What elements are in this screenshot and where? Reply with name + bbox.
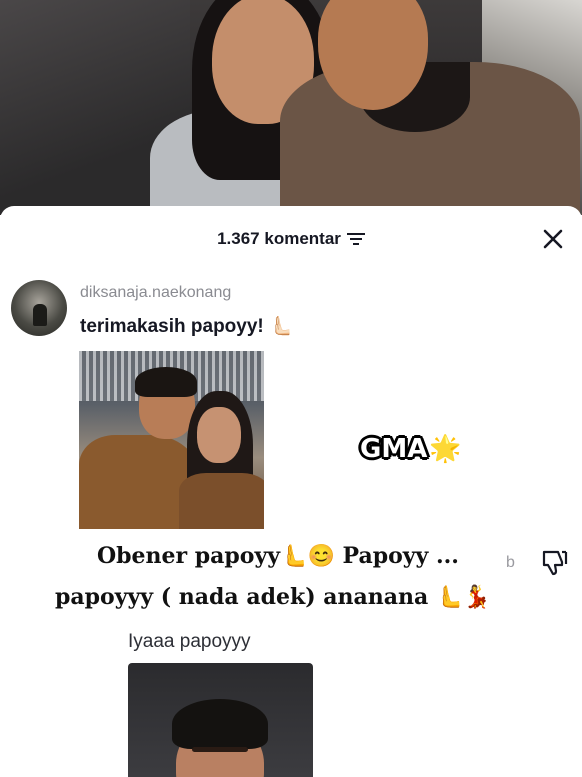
avatar-figure: [33, 304, 47, 326]
comment-username[interactable]: diksanaja.naekonang: [80, 284, 231, 302]
comment-text: terimakasih papoyy! 🫷🏻: [80, 316, 293, 337]
avatar[interactable]: [11, 280, 67, 336]
caption-line-2: papoyyy ( nada adek) ananana 🫷💃: [55, 584, 491, 610]
partial-like-count: b: [506, 554, 515, 571]
gma-sticker: GMA🌟: [360, 434, 462, 464]
photo-person-right-body: [179, 473, 264, 529]
star-icon: 🌟: [429, 434, 462, 464]
comment-count: 1.367 komentar: [217, 229, 341, 248]
photo-person-left-hair: [135, 367, 197, 397]
photo-person-right-face: [197, 407, 241, 463]
thumbs-down-icon: [542, 550, 568, 576]
filter-icon[interactable]: [346, 232, 365, 246]
reply-comment-text: Iyaaa papoyyy: [128, 631, 251, 652]
close-button[interactable]: [538, 224, 568, 254]
comment-photo[interactable]: [79, 351, 264, 529]
gma-sticker-text: GMA: [360, 434, 428, 464]
reply-photo-brow: [192, 747, 248, 752]
video-frame: [0, 0, 582, 215]
comments-header: 1.367 komentar: [0, 224, 582, 254]
dislike-button[interactable]: [540, 546, 572, 576]
caption-line-1: Obener papoyy🫷😊 Papoyy ...: [97, 543, 459, 569]
reply-photo[interactable]: [128, 663, 313, 777]
reply-photo-hair: [172, 699, 268, 749]
comments-sheet: 1.367 komentar diksanaja.naekonang terim…: [0, 206, 582, 777]
close-icon: [543, 229, 563, 249]
